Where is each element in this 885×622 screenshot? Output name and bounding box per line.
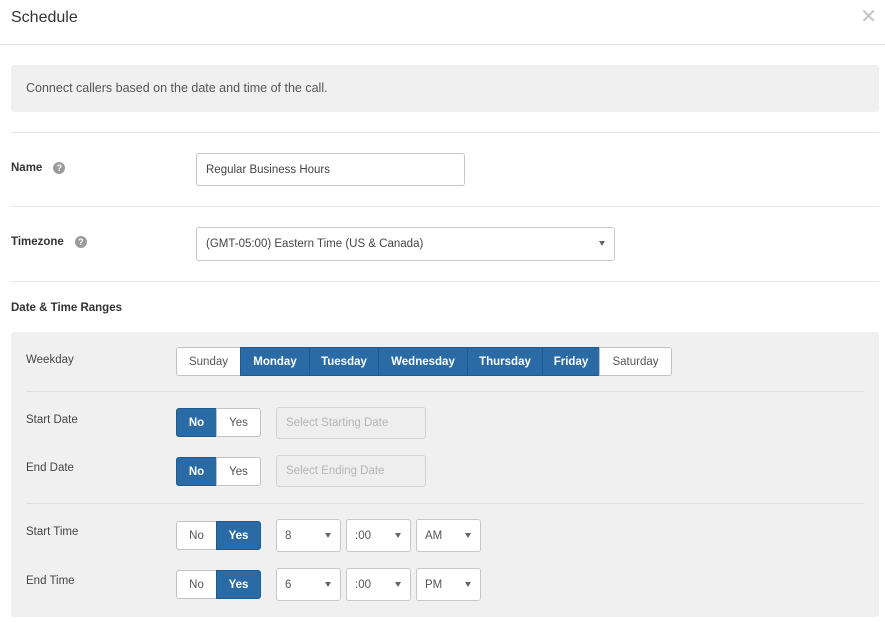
help-icon[interactable]: ? — [74, 236, 87, 248]
start-date-input[interactable]: Select Starting Date — [276, 407, 426, 439]
weekday-monday-button[interactable]: Monday — [240, 347, 310, 376]
chevron-down-icon — [325, 581, 331, 587]
end-date-input[interactable]: Select Ending Date — [276, 455, 426, 487]
chevron-down-icon — [395, 581, 401, 587]
intro-banner: Connect callers based on the date and ti… — [11, 65, 879, 112]
close-icon[interactable]: ✕ — [860, 7, 877, 27]
end-time-hour-value: 6 — [285, 578, 292, 591]
weekday-friday-label: Friday — [553, 355, 589, 368]
end-time-ampm-select[interactable]: PM — [416, 568, 481, 601]
weekday-wednesday-label: Wednesday — [391, 355, 455, 368]
end-date-yes-button[interactable]: Yes — [216, 457, 261, 486]
end-date-no-button[interactable]: No — [176, 457, 217, 486]
start-time-hour-value: 8 — [285, 529, 292, 542]
end-time-yes-label: Yes — [228, 578, 249, 591]
end-time-label: End Time — [26, 575, 75, 587]
start-time-minute-value: :00 — [355, 529, 371, 542]
chevron-down-icon — [395, 532, 401, 538]
chevron-down-icon — [599, 241, 605, 246]
chevron-down-icon — [465, 532, 471, 538]
name-label: Name ? — [11, 162, 66, 174]
timezone-label-text: Timezone — [11, 236, 64, 248]
end-time-yes-button[interactable]: Yes — [216, 570, 261, 599]
weekday-saturday-button[interactable]: Saturday — [599, 347, 672, 376]
end-time-no-label: No — [189, 578, 204, 591]
start-time-ampm-select[interactable]: AM — [416, 519, 481, 552]
start-date-no-label: No — [188, 416, 205, 429]
end-time-minute-select[interactable]: :00 — [346, 568, 411, 601]
weekday-label: Weekday — [26, 354, 74, 366]
weekday-sunday-label: Sunday — [188, 355, 228, 368]
end-date-yes-label: Yes — [229, 465, 248, 478]
weekday-sunday-button[interactable]: Sunday — [176, 347, 241, 376]
start-date-label: Start Date — [26, 414, 78, 426]
end-date-placeholder: Select Ending Date — [286, 465, 385, 477]
modal-title: Schedule — [11, 9, 78, 26]
weekday-thursday-button[interactable]: Thursday — [467, 347, 543, 376]
section-title: Date & Time Ranges — [11, 302, 122, 314]
weekday-wednesday-button[interactable]: Wednesday — [378, 347, 468, 376]
end-time-hour-select[interactable]: 6 — [276, 568, 341, 601]
intro-text: Connect callers based on the date and ti… — [26, 81, 328, 95]
end-time-ampm-value: PM — [425, 578, 443, 591]
name-label-text: Name — [11, 162, 43, 174]
start-time-no-label: No — [189, 529, 204, 542]
end-time-no-button[interactable]: No — [176, 570, 217, 599]
end-date-no-label: No — [188, 465, 205, 478]
start-time-yes-button[interactable]: Yes — [216, 521, 261, 550]
start-time-ampm-value: AM — [425, 529, 443, 542]
date-time-ranges-panel: Weekday Sunday Monday Tuesday Wednesday … — [11, 332, 879, 617]
weekday-tuesday-label: Tuesday — [321, 355, 367, 368]
chevron-down-icon — [465, 581, 471, 587]
weekday-thursday-label: Thursday — [479, 355, 531, 368]
weekday-monday-label: Monday — [253, 355, 297, 368]
weekday-tuesday-button[interactable]: Tuesday — [309, 347, 379, 376]
divider — [26, 503, 864, 504]
divider — [11, 206, 879, 207]
start-time-minute-select[interactable]: :00 — [346, 519, 411, 552]
chevron-down-icon — [325, 532, 331, 538]
divider — [11, 281, 879, 282]
start-time-no-button[interactable]: No — [176, 521, 217, 550]
weekday-saturday-label: Saturday — [612, 355, 659, 368]
help-icon[interactable]: ? — [53, 162, 66, 174]
start-date-placeholder: Select Starting Date — [286, 417, 389, 429]
divider — [26, 391, 864, 392]
divider — [11, 132, 879, 133]
start-date-no-button[interactable]: No — [176, 408, 217, 437]
timezone-select-value: (GMT-05:00) Eastern Time (US & Canada) — [206, 238, 424, 250]
start-time-hour-select[interactable]: 8 — [276, 519, 341, 552]
end-time-minute-value: :00 — [355, 578, 371, 591]
start-time-label: Start Time — [26, 526, 79, 538]
start-time-yes-label: Yes — [228, 529, 249, 542]
name-input[interactable]: Regular Business Hours — [196, 153, 465, 186]
name-input-value: Regular Business Hours — [206, 163, 331, 176]
start-date-yes-label: Yes — [229, 416, 248, 429]
end-date-label: End Date — [26, 462, 74, 474]
timezone-select[interactable]: (GMT-05:00) Eastern Time (US & Canada) — [196, 227, 615, 261]
timezone-label: Timezone ? — [11, 236, 87, 248]
weekday-friday-button[interactable]: Friday — [542, 347, 600, 376]
modal-header: Schedule ✕ — [0, 0, 885, 45]
start-date-yes-button[interactable]: Yes — [216, 408, 261, 437]
